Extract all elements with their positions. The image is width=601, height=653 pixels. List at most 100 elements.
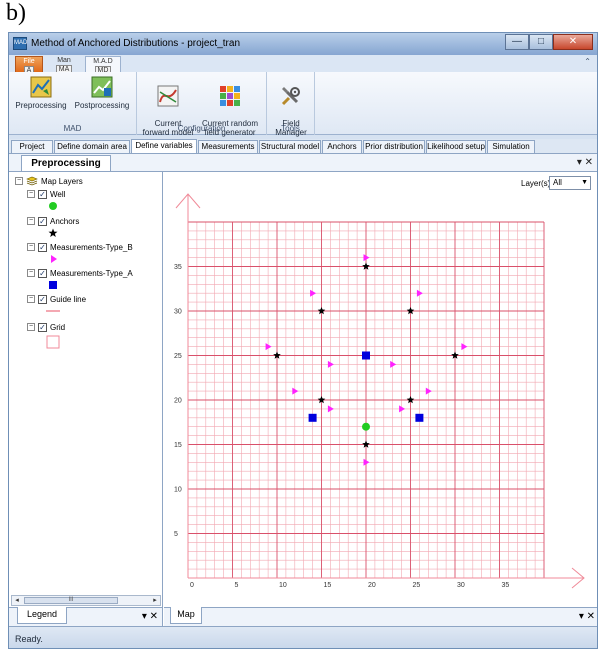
layer-select-value: All (553, 178, 562, 187)
panel-controls[interactable]: ▾ ✕ (577, 157, 593, 168)
measurement-type-b-point (363, 458, 370, 466)
collapse-toggle[interactable]: − (27, 269, 35, 277)
layer-checkbox-type-b[interactable]: ✓ (38, 242, 47, 252)
map-layers-label: Map Layers (41, 176, 83, 186)
ribbon-minimize-icon[interactable]: ⌃ (584, 57, 591, 66)
tab-measurements[interactable]: Measurements (198, 140, 258, 153)
preprocessing-icon (30, 76, 52, 98)
postprocessing-button[interactable]: Postprocessing (71, 75, 133, 110)
ribbon-tab-man-label: Man (57, 57, 71, 64)
scroll-left-icon[interactable]: ◂ (12, 596, 22, 605)
measurement-type-b-point (327, 360, 334, 368)
map-canvas[interactable]: 0 5 10 15 20 25 30 35 5 10 15 20 25 30 35 (164, 172, 598, 608)
tab-prior-distribution[interactable]: Prior distribution (363, 140, 425, 153)
legend-tab[interactable]: Legend (17, 607, 67, 624)
x-tick-label: 20 (368, 582, 376, 589)
collapse-toggle[interactable]: − (27, 323, 35, 331)
ribbon-tab-mad-label: M.A.D (93, 58, 113, 65)
layer-row-type-b[interactable]: − ✓ Measurements-Type_B (27, 241, 133, 253)
wrench-gear-icon (281, 87, 300, 106)
guide-line-icon (46, 310, 60, 312)
layer-label-grid: Grid (50, 322, 66, 332)
layer-label-guide-line: Guide line (50, 294, 87, 304)
maximize-button[interactable]: □ (529, 34, 553, 50)
collapse-toggle[interactable]: − (15, 177, 23, 185)
tab-define-variables[interactable]: Define variables (131, 139, 197, 153)
chevron-down-icon: ▼ (581, 179, 588, 186)
measurement-type-b-point (390, 360, 397, 368)
layer-row-type-a[interactable]: − ✓ Measurements-Type_A (27, 267, 133, 279)
content-area: − Map Layers − ✓ Well − ✓ Anchors − ✓ Me… (9, 171, 597, 626)
collapse-toggle[interactable]: − (27, 190, 35, 198)
map-tab[interactable]: Map (170, 607, 202, 624)
legend-horizontal-scrollbar[interactable]: ◂ III ▸ (11, 595, 161, 606)
ribbon-group-label-configuration: Configuration (177, 124, 226, 133)
x-tick-label: 0 (190, 582, 194, 589)
scroll-right-icon[interactable]: ▸ (150, 596, 160, 605)
preprocessing-label: Preprocessing (15, 101, 67, 110)
minimize-button[interactable]: — (505, 34, 529, 50)
measurement-type-b-point (265, 343, 272, 351)
layer-checkbox-guide-line[interactable]: ✓ (38, 294, 47, 304)
legend-controls[interactable]: ▾ ✕ (142, 611, 158, 622)
measurement-type-b-point (292, 387, 299, 395)
measurement-type-b-point (416, 289, 423, 297)
x-tick-label: 35 (502, 582, 510, 589)
tab-define-domain-area[interactable]: Define domain area (54, 140, 130, 153)
postprocessing-label: Postprocessing (74, 101, 130, 110)
layer-checkbox-anchors[interactable]: ✓ (38, 216, 47, 226)
collapse-toggle[interactable]: − (27, 217, 35, 225)
grid-box-icon (46, 335, 60, 349)
close-button[interactable]: ✕ (553, 34, 593, 50)
measurement-type-b-point (310, 289, 317, 297)
tab-likelihood-setup[interactable]: Likelihood setup (426, 140, 486, 153)
layer-row-guide-line[interactable]: − ✓ Guide line (27, 293, 86, 305)
well-point (362, 422, 370, 431)
layer-row-well[interactable]: − ✓ Well (27, 188, 65, 200)
layer-checkbox-type-a[interactable]: ✓ (38, 268, 47, 278)
layer-select-label: Layer(s) (521, 179, 551, 188)
document-tabs: Project Define domain area Define variab… (9, 139, 597, 153)
type-b-triangle-icon (51, 255, 57, 263)
collapse-toggle[interactable]: − (27, 295, 35, 303)
layer-checkbox-well[interactable]: ✓ (38, 189, 47, 199)
scroll-thumb[interactable]: III (24, 597, 118, 604)
status-text: Ready. (15, 634, 43, 644)
root: b) MAD Method of Anchored Distributions … (0, 0, 601, 653)
tab-simulation[interactable]: Simulation (487, 140, 535, 153)
ribbon-group-mad: Preprocessing Postprocessing MAD (9, 72, 137, 135)
title-bar[interactable]: MAD Method of Anchored Distributions - p… (9, 33, 597, 55)
tree-root-map-layers[interactable]: − Map Layers (15, 175, 83, 187)
panel-header: Preprocessing ▾ ✕ (9, 153, 597, 172)
layer-select[interactable]: All ▼ (549, 176, 591, 190)
y-tick-label: 10 (174, 487, 182, 494)
tab-structural-model[interactable]: Structural model (259, 140, 321, 153)
preprocessing-panel-tab[interactable]: Preprocessing (21, 155, 111, 172)
map-tab-bar: Map ▾ ✕ (164, 607, 597, 626)
x-tick-label: 30 (457, 582, 465, 589)
collapse-toggle[interactable]: − (27, 243, 35, 251)
layer-row-grid[interactable]: − ✓ Grid (27, 321, 65, 333)
window-controls: — □ ✕ (505, 34, 593, 50)
y-tick-label: 15 (174, 442, 182, 449)
map-controls[interactable]: ▾ ✕ (579, 611, 595, 622)
window-title: Method of Anchored Distributions - proje… (31, 38, 240, 49)
y-tick-label: 20 (174, 398, 182, 405)
layer-checkbox-grid[interactable]: ✓ (38, 322, 47, 332)
x-tick-label: 5 (235, 582, 239, 589)
ribbon-group-tools: Field Manager Tools (267, 72, 315, 137)
ribbon-tab-mad[interactable]: M.A.D MD (85, 56, 121, 76)
ribbon-tab-file[interactable]: File A (15, 56, 43, 76)
ribbon-tab-man[interactable]: Man MA (49, 56, 79, 75)
random-field-icon (220, 86, 240, 106)
tab-anchors[interactable]: Anchors (322, 140, 362, 153)
layer-row-anchors[interactable]: − ✓ Anchors (27, 215, 79, 227)
preprocessing-button[interactable]: Preprocessing (13, 75, 69, 110)
app-icon: MAD (13, 37, 27, 50)
tab-project[interactable]: Project (11, 140, 53, 153)
x-tick-label: 10 (279, 582, 287, 589)
well-symbol-icon (49, 202, 57, 210)
y-tick-label: 5 (174, 531, 178, 538)
layer-label-type-a: Measurements-Type_A (50, 268, 133, 278)
ribbon: Preprocessing Postprocessing MAD Current… (9, 72, 597, 137)
